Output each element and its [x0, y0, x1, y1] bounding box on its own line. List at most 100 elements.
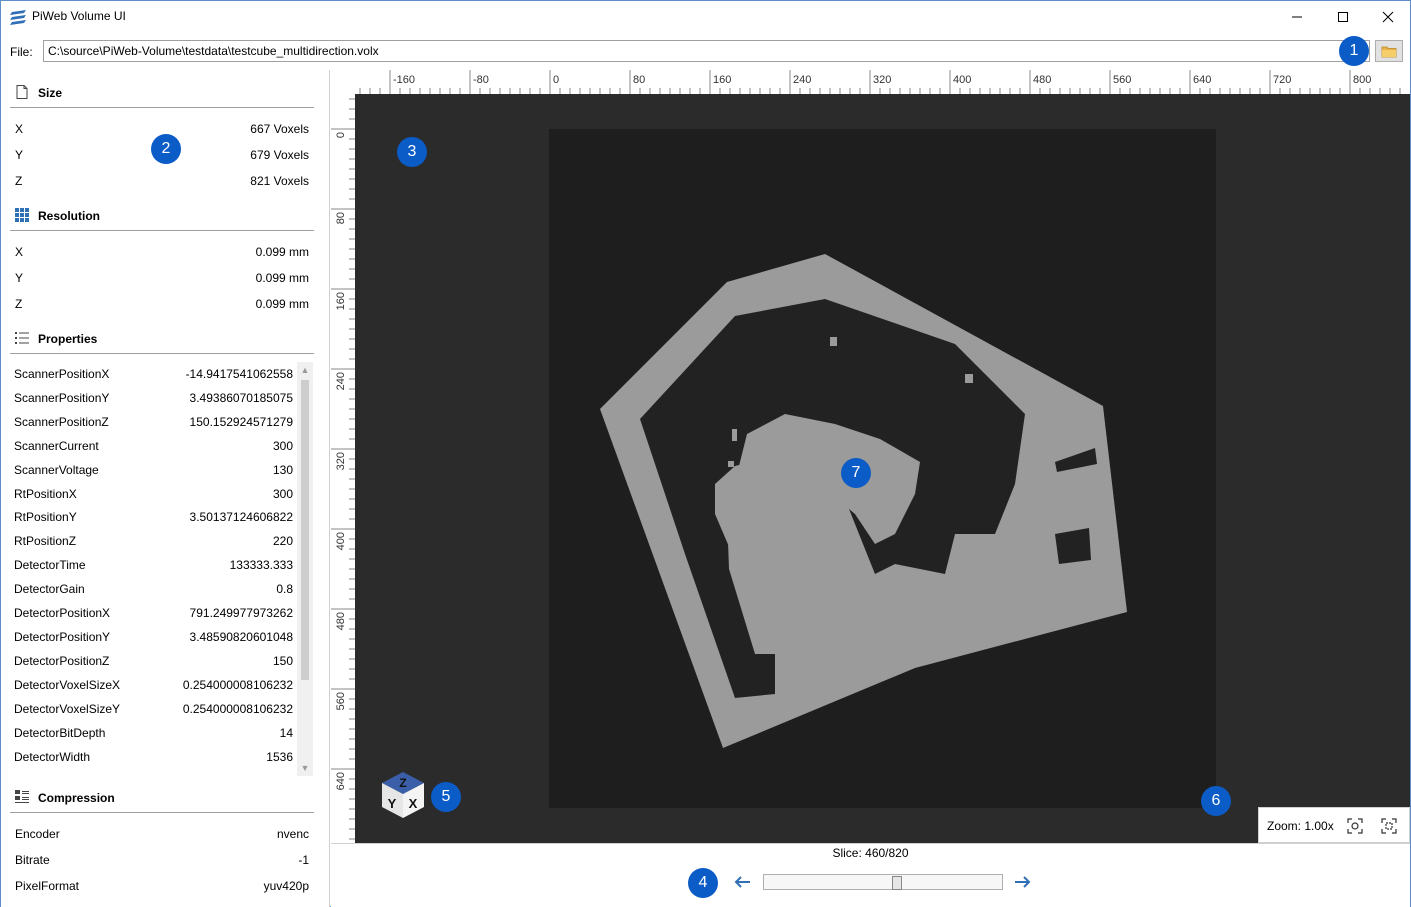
encoder-value: nvenc — [276, 827, 309, 841]
property-name: DetectorGain — [14, 582, 85, 596]
property-row: RtPositionZ 220 — [14, 531, 293, 551]
properties-section-header: Properties — [10, 322, 314, 354]
horizontal-ruler: -160 -80 0 80 160 240 320 400 480 560 640 720 800 — [355, 70, 1410, 94]
scroll-up-icon[interactable]: ▲ — [297, 362, 313, 378]
annotation-badge: 4 — [688, 868, 718, 898]
slice-image — [549, 129, 1216, 808]
property-value: 791.249977973262 — [189, 606, 293, 620]
property-row: DetectorVoxelSizeY 0.254000008106232 — [14, 699, 293, 719]
ruler-label: 640 — [1193, 74, 1211, 86]
next-slice-button[interactable] — [1013, 872, 1033, 892]
ruler-label: 400 — [335, 532, 347, 550]
property-name: DetectorPositionX — [14, 606, 111, 620]
fit-view-icon — [1347, 818, 1363, 834]
scroll-thumb[interactable] — [301, 380, 309, 680]
browse-file-button[interactable] — [1375, 40, 1403, 62]
property-value: 300 — [272, 487, 293, 501]
property-value: 0.8 — [276, 582, 293, 596]
property-name: DetectorWidth — [14, 750, 91, 764]
ruler-label: 320 — [335, 452, 347, 470]
property-name: ScannerPositionY — [14, 391, 110, 405]
ruler-label: 320 — [873, 74, 891, 86]
minimize-icon — [1292, 16, 1302, 17]
minimize-button[interactable] — [1274, 1, 1320, 32]
property-row: DetectorTime 133333.333 — [14, 555, 293, 575]
size-section-title: Size — [38, 86, 63, 100]
slice-slider-thumb[interactable] — [892, 876, 902, 890]
property-row: DetectorBitDepth 14 — [14, 723, 293, 743]
compression-section-header: Compression — [10, 781, 314, 813]
reset-zoom-button[interactable] — [1379, 816, 1399, 836]
ruler-label: 560 — [1113, 74, 1131, 86]
close-button[interactable] — [1365, 1, 1411, 32]
properties-scrollbar[interactable]: ▲ ▼ — [297, 362, 313, 776]
bitrate-value: -1 — [298, 853, 309, 867]
property-row: DetectorWidth 1536 — [14, 747, 293, 767]
arrow-right-icon — [1015, 876, 1031, 888]
property-row: DetectorGain 0.8 — [14, 579, 293, 599]
property-row: DetectorPositionX 791.249977973262 — [14, 603, 293, 623]
property-row: ScannerPositionY 3.49386070185075 — [14, 388, 293, 408]
size-y-label: Y — [15, 148, 24, 162]
previous-slice-button[interactable] — [732, 872, 752, 892]
property-value: 133333.333 — [229, 558, 293, 572]
property-value: 14 — [279, 726, 293, 740]
axis-x-label: X — [409, 796, 418, 811]
grid-icon — [15, 208, 29, 222]
properties-list[interactable]: ScannerPositionX -14.9417541062558 Scanne… — [10, 362, 314, 776]
annotation-badge: 6 — [1201, 786, 1231, 816]
ruler-label: 80 — [335, 212, 347, 224]
window-title: PiWeb Volume UI — [32, 9, 126, 23]
fit-to-view-button[interactable] — [1345, 816, 1365, 836]
property-value: 300 — [272, 439, 293, 453]
file-path-input[interactable]: C:\source\PiWeb-Volume\testdata\testcube… — [43, 40, 1370, 62]
size-z-value: 821 Voxels — [250, 174, 309, 188]
ruler-label: 160 — [335, 292, 347, 310]
ruler-label: -160 — [393, 74, 415, 86]
ruler-label: 240 — [793, 74, 811, 86]
property-value: 130 — [272, 463, 293, 477]
property-name: DetectorPositionY — [14, 630, 111, 644]
property-name: RtPositionX — [14, 487, 77, 501]
property-value: 0.254000008106232 — [182, 678, 293, 692]
list-icon — [15, 332, 29, 344]
property-name: DetectorVoxelSizeX — [14, 678, 121, 692]
ruler-label: 560 — [335, 692, 347, 710]
folder-icon — [1381, 46, 1397, 58]
size-x-label: X — [15, 122, 24, 136]
resolution-section-title: Resolution — [38, 209, 100, 223]
close-icon — [1382, 11, 1394, 22]
file-bar: File: C:\source\PiWeb-Volume\testdata\te… — [1, 32, 1410, 70]
ruler-label: 480 — [1033, 74, 1051, 86]
compression-row-pixelformat: PixelFormat yuv420p — [15, 876, 309, 896]
scroll-down-icon[interactable]: ▼ — [297, 760, 313, 776]
resolution-z-label: Z — [15, 297, 23, 311]
maximize-icon — [1338, 11, 1348, 22]
axis-y-label: Y — [388, 796, 397, 811]
pixelformat-value: yuv420p — [263, 879, 309, 893]
file-label: File: — [10, 45, 33, 59]
size-row-z: Z 821 Voxels — [15, 171, 309, 191]
property-name: DetectorPositionZ — [14, 654, 110, 668]
property-name: DetectorTime — [14, 558, 86, 572]
resolution-z-value: 0.099 mm — [255, 297, 309, 311]
property-row: RtPositionX 300 — [14, 484, 293, 504]
maximize-button[interactable] — [1320, 1, 1366, 32]
resolution-row-z: Z 0.099 mm — [15, 294, 309, 314]
axis-z-label: Z — [399, 776, 406, 790]
property-name: DetectorVoxelSizeY — [14, 702, 121, 716]
axis-orientation-cube[interactable]: Z Y X — [379, 770, 427, 820]
property-row: RtPositionY 3.50137124606822 — [14, 507, 293, 527]
slice-control: Slice: 460/820 — [331, 843, 1410, 907]
pixelformat-label: PixelFormat — [15, 879, 80, 893]
slice-canvas[interactable]: Z Y X Zoom: 1.00x — [355, 94, 1410, 843]
compression-section-title: Compression — [38, 791, 115, 805]
slice-label: Slice: 460/820 — [832, 846, 909, 860]
ruler-label: 720 — [1273, 74, 1291, 86]
property-row: DetectorPositionY 3.48590820601048 — [14, 627, 293, 647]
properties-section-title: Properties — [38, 332, 98, 346]
resolution-y-label: Y — [15, 271, 24, 285]
resolution-section-header: Resolution — [10, 199, 314, 231]
slice-slider[interactable] — [763, 874, 1003, 890]
property-value: 1536 — [266, 750, 293, 764]
